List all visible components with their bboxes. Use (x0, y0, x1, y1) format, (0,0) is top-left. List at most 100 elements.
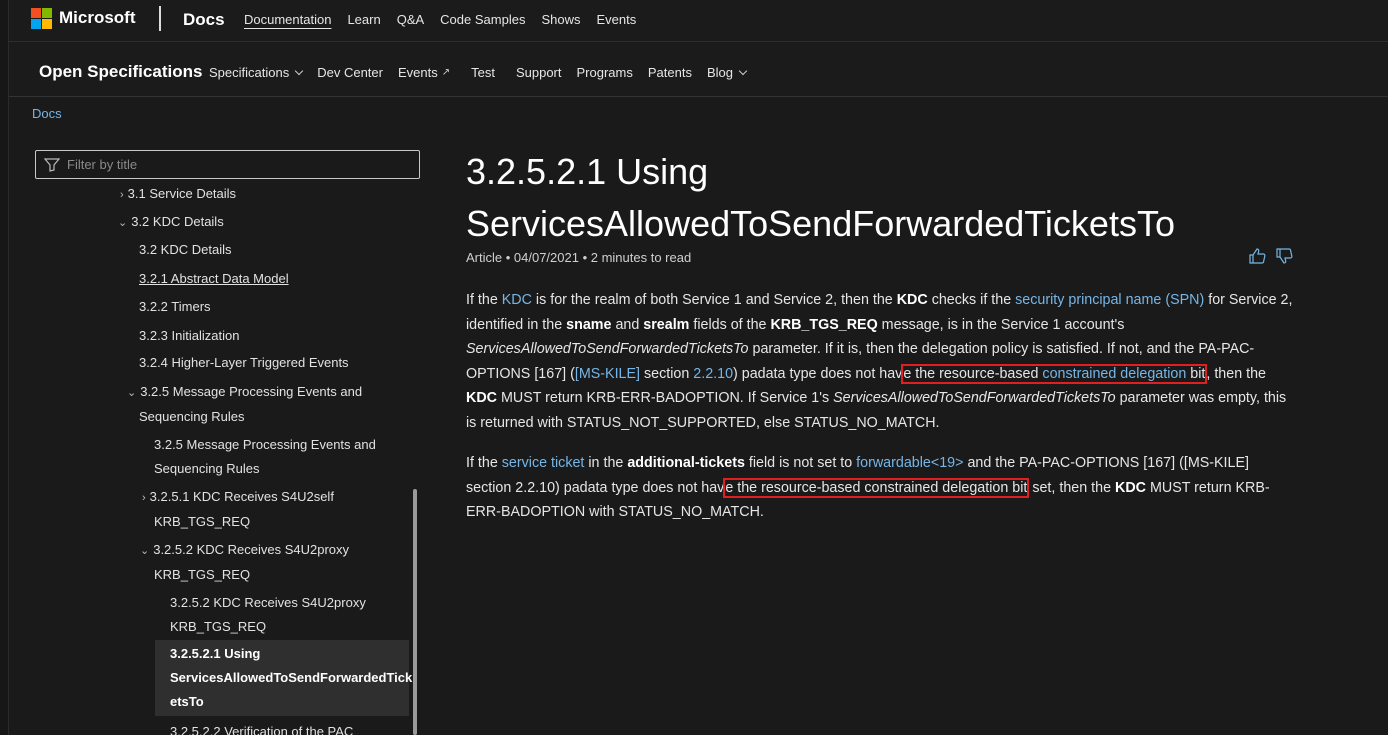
toc-item-3-2-5-2-2[interactable]: 3.2.5.2.2 Verification of the PAC (170, 720, 353, 735)
subnav-test[interactable]: Test (471, 65, 495, 80)
chevron-down-icon: ⌄ (127, 387, 137, 399)
text: and (611, 316, 644, 333)
subnav-blog[interactable]: Blog (706, 65, 748, 80)
toc-item-3-2[interactable]: ⌄ 3.2 KDC Details (118, 210, 224, 235)
toc-item-3-2-5[interactable]: ⌄ 3.2.5 Message Processing Events and Seq… (127, 380, 362, 429)
chevron-down-icon: ⌄ (118, 217, 128, 229)
toc-label: 3.2.2 Timers (139, 299, 211, 314)
toc-item-3-2-4[interactable]: 3.2.4 Higher-Layer Triggered Events (139, 351, 349, 375)
param-italic: ServicesAllowedToSendForwardedTicketsTo (466, 341, 749, 357)
chevron-right-icon: › (120, 189, 124, 201)
nav-qa[interactable]: Q&A (397, 12, 424, 27)
filter-box (35, 150, 420, 179)
toc-item-3-2-2[interactable]: 3.2.2 Timers (139, 295, 211, 319)
toc-label: 3.2.5 Message Processing Events and (140, 384, 363, 399)
nav-code-samples[interactable]: Code Samples (440, 12, 525, 27)
kdc-bold: KDC (1115, 479, 1146, 496)
top-nav: Documentation Learn Q&A Code Samples Sho… (244, 12, 652, 27)
sub-nav: Specifications Dev Center Events ↗ Test S… (209, 65, 761, 80)
toc-label: 3.2.4 Higher-Layer Triggered Events (139, 355, 349, 370)
subnav-specifications-label: Specifications (209, 65, 290, 80)
microsoft-logo-icon[interactable] (31, 8, 53, 30)
toc-item-3-2-5-2[interactable]: ⌄ 3.2.5.2 KDC Receives S4U2proxy KRB_TGS_… (140, 538, 349, 587)
paragraph-1: If the KDC is for the realm of both Serv… (466, 288, 1296, 435)
toc-label-cont: Sequencing Rules (154, 461, 260, 476)
docs-title[interactable]: Docs (183, 10, 225, 30)
text: MUST return KRB-ERR-BADOPTION. If Servic… (496, 390, 834, 406)
text: If the (466, 455, 502, 471)
text: message, is in the Service 1 account's (877, 316, 1125, 333)
srealm-bold: srealm (643, 316, 690, 333)
constrained-delegation-link[interactable]: constrained delegation (1042, 366, 1186, 382)
ms-kile-link[interactable]: [MS-KILE] (575, 366, 640, 382)
text: e the resource-based (903, 365, 1043, 382)
text: field is not set to (744, 455, 857, 471)
kdc-bold: KDC (466, 390, 497, 406)
toc-item-3-2-5-1[interactable]: › 3.2.5.1 KDC Receives S4U2self KRB_TGS_R… (142, 485, 334, 534)
chevron-right-icon: › (142, 492, 146, 504)
thumbs-up-icon[interactable] (1249, 248, 1266, 264)
subnav-programs[interactable]: Programs (577, 65, 633, 80)
feedback-group (1249, 248, 1293, 264)
text: section (640, 365, 694, 382)
toc-label: 3.2.3 Initialization (139, 328, 240, 343)
param-italic: ServicesAllowedToSendForwardedTicketsTo (833, 390, 1116, 406)
toc-item-3-2-5-2-1-selected[interactable]: 3.2.5.2.1 Using ServicesAllowedToSendFor… (155, 640, 413, 716)
paragraph-2: If the service ticket in the additional-… (466, 451, 1296, 525)
open-specifications-title[interactable]: Open Specifications (39, 62, 202, 82)
sname-bold: sname (566, 316, 612, 333)
toc-item-3-2-3[interactable]: 3.2.3 Initialization (139, 324, 239, 348)
section-link[interactable]: 2.2.10 (693, 366, 733, 382)
toc-item-3-2-1[interactable]: 3.2.1 Abstract Data Model (139, 267, 289, 291)
toc-label-cont: Sequencing Rules (139, 409, 245, 424)
article-meta: Article • 04/07/2021 • 2 minutes to read (466, 250, 692, 265)
text: in the (584, 455, 628, 471)
sub-header: Open Specifications Specifications Dev C… (9, 43, 1388, 97)
toc-label-cont: KRB_TGS_REQ (154, 567, 251, 582)
toc-label: 3.2.5.1 KDC Receives S4U2self (149, 489, 334, 504)
chevron-down-icon (738, 66, 748, 75)
nav-documentation[interactable]: Documentation (244, 12, 331, 27)
subnav-specifications[interactable]: Specifications (209, 65, 304, 80)
filter-input[interactable] (67, 157, 387, 172)
toc-scrollbar[interactable] (413, 489, 417, 735)
highlight-box-1: e the resource-based constrained delegat… (901, 363, 1208, 384)
page-frame: Microsoft Docs Documentation Learn Q&A C… (8, 0, 1388, 735)
forwardable-link[interactable]: forwardable<19> (856, 455, 963, 471)
additional-tickets-bold: additional-tickets (627, 455, 745, 471)
toc-item-3-2-5-2-overview[interactable]: 3.2.5.2 KDC Receives S4U2proxy KRB_TGS_R… (170, 591, 366, 639)
subnav-blog-label: Blog (706, 65, 733, 80)
toc-label: 3.2 KDC Details (131, 214, 224, 229)
nav-events[interactable]: Events (596, 12, 636, 27)
external-link-icon: ↗ (441, 67, 451, 78)
kdc-link[interactable]: KDC (502, 292, 532, 308)
breadcrumb[interactable]: Docs (32, 106, 62, 121)
krb-tgs-req-bold: KRB_TGS_REQ (770, 316, 878, 333)
toc-label-cont: ServicesAllowedToSendForwardedTick (170, 670, 413, 685)
toc-label: 3.2 KDC Details (139, 242, 232, 257)
toc-item-3-2-overview[interactable]: 3.2 KDC Details (139, 238, 231, 262)
subnav-support[interactable]: Support (516, 65, 562, 80)
nav-shows[interactable]: Shows (541, 12, 580, 27)
service-ticket-link[interactable]: service ticket (502, 455, 585, 471)
toc-label: 3.2.5.2 KDC Receives S4U2proxy (170, 595, 366, 610)
filter-icon (44, 157, 60, 172)
text: , then the (1206, 365, 1266, 382)
toc-label-cont: KRB_TGS_REQ (154, 514, 251, 529)
toc-item-3-2-5-overview[interactable]: 3.2.5 Message Processing Events and Sequ… (154, 433, 376, 481)
toc-item-3-1[interactable]: › 3.1 Service Details (120, 182, 236, 207)
subnav-events-label: Events (397, 65, 438, 80)
subnav-events[interactable]: Events ↗ (398, 65, 450, 80)
subnav-patents[interactable]: Patents (648, 65, 692, 80)
toc-label: 3.2.5 Message Processing Events and (154, 437, 376, 452)
toc-label-cont: KRB_TGS_REQ (170, 619, 267, 634)
spn-link[interactable]: security principal name (SPN) (1015, 292, 1204, 308)
subnav-dev-center[interactable]: Dev Center (317, 65, 383, 80)
toc: › 3.1 Service Details ⌄ 3.2 KDC Details 3.… (35, 180, 420, 735)
nav-learn[interactable]: Learn (347, 12, 380, 27)
chevron-down-icon (294, 66, 304, 75)
chevron-down-icon: ⌄ (140, 545, 150, 557)
text: bit (1186, 365, 1206, 382)
thumbs-down-icon[interactable] (1276, 248, 1293, 264)
microsoft-brand[interactable]: Microsoft (59, 8, 136, 28)
